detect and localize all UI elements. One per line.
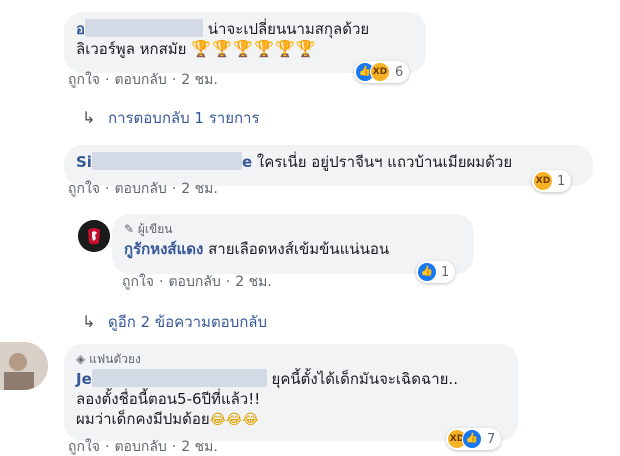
comment-actions: ถูกใจ · ตอบกลับ · 2 ชม.	[68, 72, 218, 88]
reaction-summary[interactable]: XD 1	[532, 170, 572, 192]
reply-link[interactable]: ตอบกลับ	[114, 181, 166, 197]
comment-actions: ถูกใจ · ตอบกลับ · 2 ชม.	[122, 274, 272, 290]
comment-text: ยุคนี้ตั้งได้เด็กมันจะเฉิดฉาย..	[271, 370, 458, 388]
view-replies-link[interactable]: ↳ การตอบกลับ 1 รายการ	[82, 108, 260, 128]
laughing-emoji: 😂😂😂	[209, 412, 259, 428]
comment-author-end[interactable]: e	[242, 153, 252, 171]
reply-arrow-icon: ↳	[82, 312, 96, 331]
comment-actions: ถูกใจ · ตอบกลับ · 2 ชม.	[68, 181, 218, 197]
redacted-name	[85, 19, 204, 37]
view-replies-label: ดูอีก 2 ข้อความตอบกลับ	[108, 313, 268, 331]
reaction-count: 1	[441, 264, 450, 280]
haha-reaction-icon: XD	[370, 62, 390, 82]
reaction-count: 7	[487, 431, 496, 447]
like-link[interactable]: ถูกใจ	[68, 181, 100, 197]
avatar[interactable]	[0, 342, 48, 390]
user-photo-icon	[0, 342, 48, 390]
liverbird-logo-icon	[78, 220, 110, 252]
like-reaction-icon: 👍	[462, 429, 482, 449]
comment-text: ลองตั้งชื่อนี้ตอน5-6ปีที่แล้ว!!	[76, 390, 261, 408]
reply-link[interactable]: ตอบกลับ	[168, 274, 220, 290]
comment-text: ใครเนี่ย อยู่ปราจีนฯ แถวบ้านเมียผมด้วย	[256, 153, 513, 171]
comment-author[interactable]: อ	[76, 20, 85, 38]
comment-actions: ถูกใจ · ตอบกลับ · 2 ชม.	[68, 439, 218, 455]
comment-text: สายเลือดหงส์เข้มข้นแน่นอน	[208, 240, 390, 258]
timestamp[interactable]: 2 ชม.	[181, 181, 218, 197]
view-more-replies-link[interactable]: ↳ ดูอีก 2 ข้อความตอบกลับ	[82, 312, 267, 332]
comment-text: ผมว่าเด็กคงมีปมด้อย	[76, 410, 210, 428]
avatar[interactable]	[78, 220, 110, 252]
author-badge: ผู้เขียน	[137, 222, 173, 236]
reaction-summary[interactable]: 👍 1	[416, 261, 456, 283]
comment-author[interactable]: กูรักหงส์แดง	[124, 240, 203, 258]
pencil-icon: ✎	[124, 222, 135, 236]
diamond-icon: ◈	[76, 352, 86, 366]
fan-badge: แฟนตัวยง	[89, 352, 141, 366]
trophy-emoji: 🏆🏆🏆🏆🏆🏆	[191, 39, 317, 58]
like-link[interactable]: ถูกใจ	[122, 274, 154, 290]
timestamp[interactable]: 2 ชม.	[181, 439, 218, 455]
like-link[interactable]: ถูกใจ	[68, 72, 100, 88]
timestamp[interactable]: 2 ชม.	[181, 72, 218, 88]
reply-link[interactable]: ตอบกลับ	[114, 439, 166, 455]
comment-author[interactable]: Je	[76, 370, 92, 388]
reaction-summary[interactable]: XD 👍 7	[446, 428, 502, 450]
timestamp[interactable]: 2 ชม.	[235, 274, 272, 290]
reaction-summary[interactable]: 👍 XD 6	[354, 61, 410, 83]
comment-bubble: ◈ แฟนตัวยง Je ยุคนี้ตั้งได้เด็กมันจะเฉิด…	[64, 344, 518, 441]
like-reaction-icon: 👍	[418, 263, 436, 281]
redacted-name	[91, 152, 242, 170]
redacted-name	[91, 369, 267, 387]
comment-author[interactable]: Si	[76, 153, 92, 171]
reaction-count: 6	[395, 64, 404, 80]
view-replies-label: การตอบกลับ 1 รายการ	[108, 109, 260, 127]
reply-arrow-icon: ↳	[82, 108, 96, 127]
comment-text: น่าจะเปลี่ยนนามสกุลด้วย	[207, 20, 370, 38]
haha-reaction-icon: XD	[534, 172, 552, 190]
reply-link[interactable]: ตอบกลับ	[114, 72, 166, 88]
like-link[interactable]: ถูกใจ	[68, 439, 100, 455]
reaction-count: 1	[557, 173, 566, 189]
comment-text: ลิเวอร์พูล หกสมัย	[76, 40, 187, 58]
